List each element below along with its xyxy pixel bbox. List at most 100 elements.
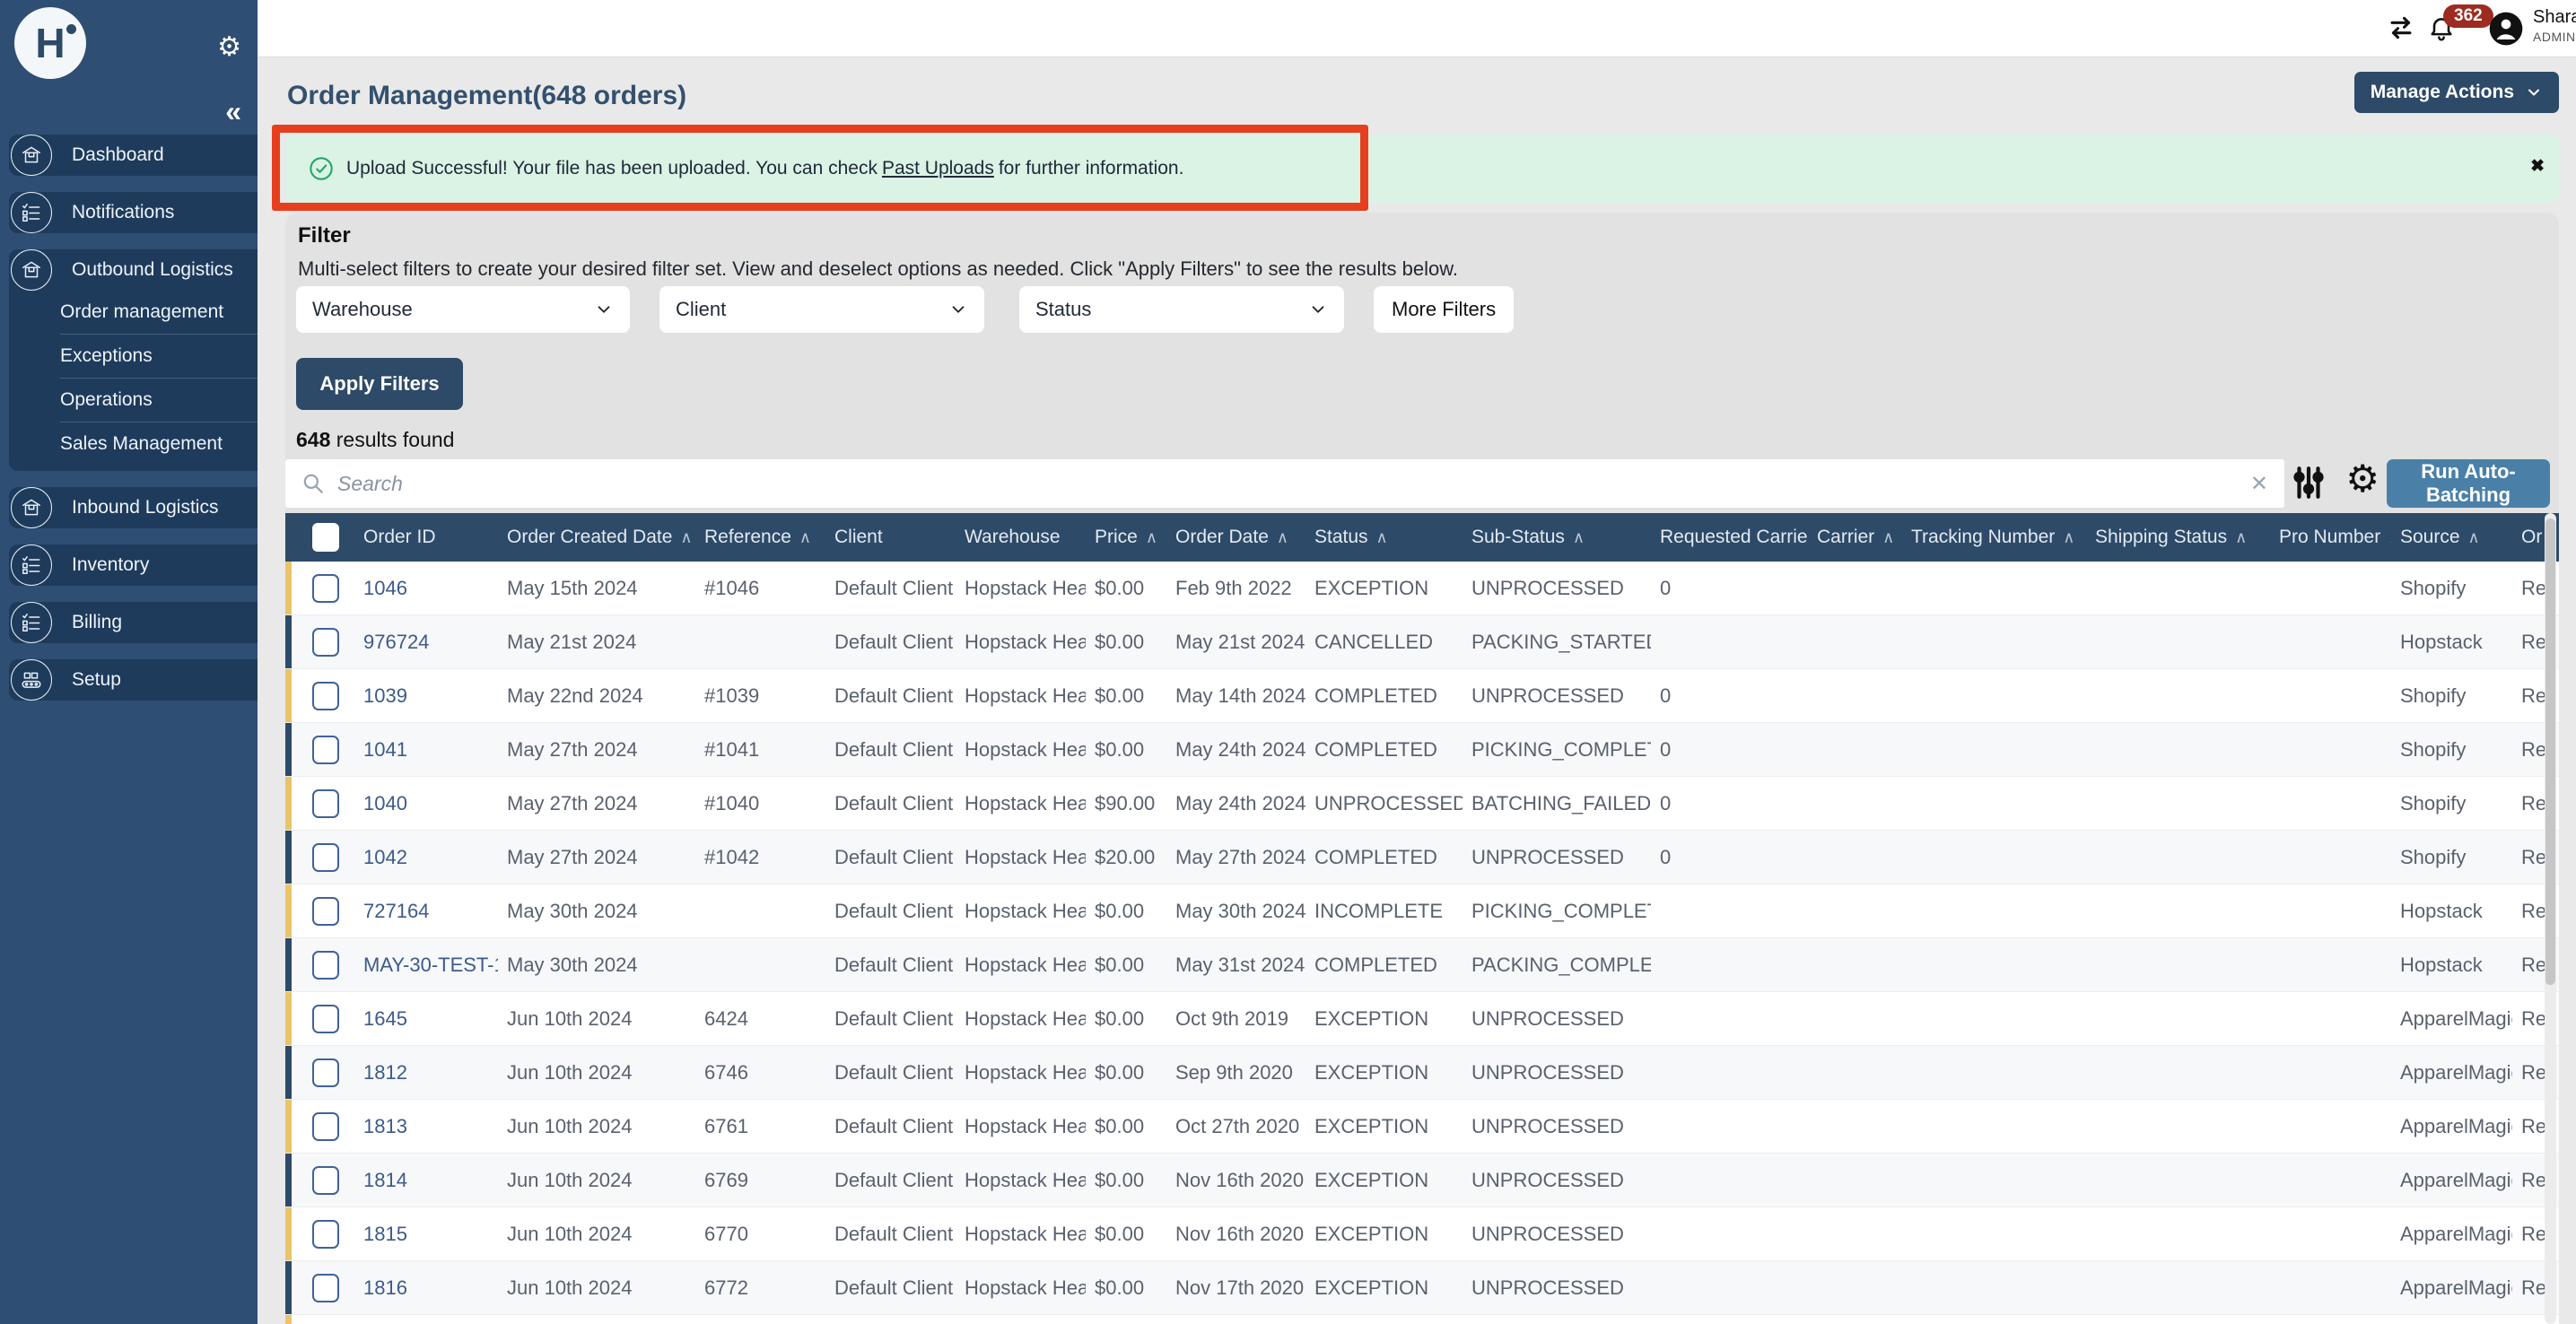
sidebar-item-outbound-logistics[interactable]: Outbound Logistics — [9, 249, 258, 291]
table-cell — [2086, 562, 2270, 614]
row-checkbox[interactable] — [312, 1166, 339, 1195]
column-header-reference[interactable]: Reference∧ — [695, 513, 825, 562]
sidebar-item-exceptions[interactable]: Exceptions — [9, 335, 258, 378]
column-header-source[interactable]: Source∧ — [2391, 513, 2512, 562]
row-checkbox-cell — [285, 615, 354, 668]
column-header-warehouse[interactable]: Warehouse — [956, 513, 1086, 562]
row-checkbox[interactable] — [312, 897, 339, 926]
sidebar-item-setup[interactable]: Setup — [9, 659, 258, 701]
column-header-shipping-status[interactable]: Shipping Status∧ — [2086, 513, 2270, 562]
sliders-icon[interactable] — [2290, 464, 2327, 501]
column-header-sub-status[interactable]: Sub-Status∧ — [1463, 513, 1651, 562]
past-uploads-link[interactable]: Past Uploads — [882, 158, 994, 179]
row-checkbox[interactable] — [312, 843, 339, 872]
order-id-link[interactable]: 1816 — [354, 1261, 498, 1314]
row-checkbox[interactable] — [312, 628, 339, 657]
row-checkbox[interactable] — [312, 951, 339, 980]
sort-caret-icon[interactable]: ∧ — [799, 528, 811, 547]
order-id-link[interactable]: 1046 — [354, 562, 498, 614]
row-checkbox[interactable] — [312, 1274, 339, 1302]
row-checkbox[interactable] — [312, 1058, 339, 1087]
sort-caret-icon[interactable]: ∧ — [1376, 528, 1388, 547]
notification-badge[interactable]: 362 — [2443, 4, 2493, 28]
table-row: 1813Jun 10th 20246761Default ClientHopst… — [285, 1100, 2559, 1154]
order-id-link[interactable]: 1814 — [354, 1154, 498, 1206]
order-id-link[interactable]: 976724 — [354, 615, 498, 668]
select-all-checkbox[interactable] — [312, 523, 339, 552]
collapse-sidebar-icon[interactable]: « — [225, 97, 241, 126]
banner-message: Upload Successful! Your file has been up… — [346, 158, 878, 179]
order-id-link[interactable]: 1645 — [354, 992, 498, 1045]
sidebar-item-notifications[interactable]: Notifications — [9, 192, 258, 233]
table-cell: UNPROCESSED — [1463, 992, 1651, 1045]
swap-arrows-icon[interactable] — [2386, 13, 2416, 43]
sidebar-item-order-management[interactable]: Order management — [9, 291, 258, 334]
column-header-status[interactable]: Status∧ — [1305, 513, 1463, 562]
row-checkbox[interactable] — [312, 1005, 339, 1033]
sort-caret-icon[interactable]: ∧ — [1882, 528, 1894, 547]
user-name[interactable]: Sharath — [2533, 7, 2576, 28]
table-cell: Hopstack — [2391, 938, 2512, 991]
table-cell: #1046 — [695, 562, 825, 614]
sort-caret-icon[interactable]: ∧ — [2063, 528, 2074, 547]
sidebar-item-sales-management[interactable]: Sales Management — [9, 422, 258, 466]
column-header-client[interactable]: Client — [825, 513, 956, 562]
sort-caret-icon[interactable]: ∧ — [2235, 528, 2247, 547]
order-id-link[interactable]: 1812 — [354, 1046, 498, 1099]
sort-caret-icon[interactable]: ∧ — [1573, 528, 1585, 547]
run-auto-batching-button[interactable]: Run Auto-Batching — [2387, 459, 2550, 508]
sort-caret-icon[interactable]: ∧ — [2468, 528, 2480, 547]
table-cell — [2270, 1100, 2391, 1153]
column-header-price[interactable]: Price∧ — [1086, 513, 1166, 562]
order-id-link[interactable]: 1040 — [354, 777, 498, 830]
scrollbar-thumb[interactable] — [2545, 518, 2555, 985]
order-id-link[interactable]: 1041 — [354, 723, 498, 776]
hopstack-logo[interactable]: H — [14, 7, 86, 79]
status-dropdown[interactable]: Status — [1019, 286, 1344, 333]
sidebar-item-operations[interactable]: Operations — [9, 379, 258, 422]
row-checkbox[interactable] — [312, 1112, 339, 1141]
order-id-link[interactable]: 1042 — [354, 831, 498, 884]
client-dropdown[interactable]: Client — [659, 286, 984, 333]
avatar-icon[interactable] — [2488, 11, 2524, 47]
row-checkbox[interactable] — [312, 682, 339, 710]
conveyor-icon — [11, 659, 52, 701]
sort-caret-icon[interactable]: ∧ — [1277, 528, 1288, 547]
apply-filters-button[interactable]: Apply Filters — [296, 358, 463, 410]
table-cell — [2270, 1154, 2391, 1206]
vertical-scrollbar[interactable] — [2545, 513, 2556, 1324]
row-checkbox[interactable] — [312, 789, 339, 818]
manage-actions-button[interactable]: Manage Actions — [2354, 72, 2559, 113]
order-id-link[interactable]: 1039 — [354, 669, 498, 722]
row-checkbox[interactable] — [312, 1220, 339, 1249]
table-row: 1645Jun 10th 20246424Default ClientHopst… — [285, 992, 2559, 1046]
column-header-requested-carrier[interactable]: Requested Carrier — [1651, 513, 1808, 562]
row-checkbox[interactable] — [312, 736, 339, 764]
warehouse-dropdown[interactable]: Warehouse — [296, 286, 630, 333]
order-id-link[interactable]: 1815 — [354, 1207, 498, 1260]
sidebar-item-billing[interactable]: Billing — [9, 602, 258, 643]
column-header-order-date[interactable]: Order Date∧ — [1166, 513, 1305, 562]
column-header-pro-number[interactable]: Pro Number∧ — [2270, 513, 2391, 562]
column-header-tracking-number[interactable]: Tracking Number∧ — [1902, 513, 2086, 562]
table-cell: 6769 — [695, 1154, 825, 1206]
column-header-order-created-date[interactable]: Order Created Date∧ — [498, 513, 695, 562]
sidebar-item-dashboard[interactable]: Dashboard — [9, 135, 258, 176]
order-id-link[interactable]: 1813 — [354, 1100, 498, 1153]
table-cell: May 30th 2024 — [498, 884, 695, 937]
sidebar-item-inventory[interactable]: Inventory — [9, 544, 258, 586]
clear-search-icon[interactable]: ✕ — [2250, 471, 2268, 497]
close-icon[interactable]: ✖ — [2530, 156, 2545, 177]
column-header-order-id[interactable]: Order ID — [354, 513, 498, 562]
gear-icon[interactable]: ⚙ — [217, 34, 241, 61]
sort-caret-icon[interactable]: ∧ — [680, 528, 692, 547]
search-input[interactable] — [337, 472, 2250, 496]
column-header-carrier[interactable]: Carrier∧ — [1808, 513, 1902, 562]
settings-gear-icon[interactable]: ⚙ — [2345, 460, 2380, 498]
sort-caret-icon[interactable]: ∧ — [1146, 528, 1157, 547]
order-id-link[interactable]: MAY-30-TEST-1 — [354, 938, 498, 991]
sidebar-item-inbound-logistics[interactable]: Inbound Logistics — [9, 487, 258, 528]
row-checkbox[interactable] — [312, 574, 339, 603]
more-filters-button[interactable]: More Filters — [1374, 286, 1514, 333]
order-id-link[interactable]: 727164 — [354, 884, 498, 937]
